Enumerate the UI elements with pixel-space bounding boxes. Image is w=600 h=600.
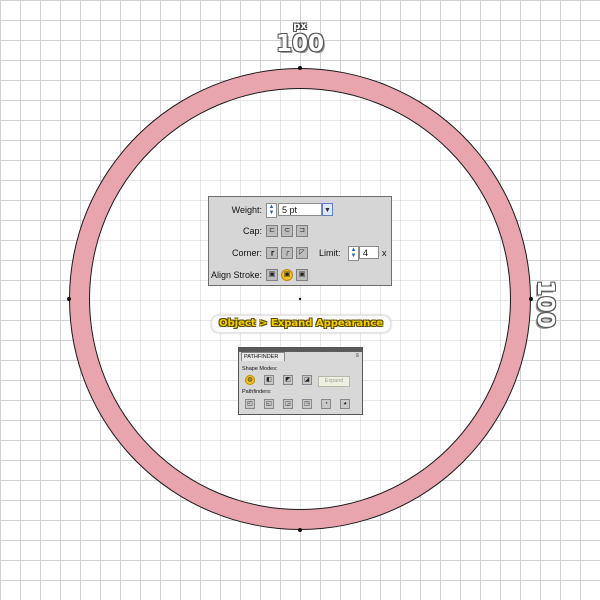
divide-icon[interactable]: ◰ bbox=[245, 399, 255, 409]
weight-spinner[interactable]: ▲ ▼ bbox=[266, 203, 277, 218]
align-outside-icon[interactable]: ▣ bbox=[296, 269, 308, 281]
expand-button[interactable]: Expand bbox=[318, 376, 350, 387]
intersect-icon[interactable]: ◩ bbox=[283, 375, 293, 385]
top-dimension-label: px 100 bbox=[270, 22, 330, 57]
weight-input[interactable]: 5 pt bbox=[278, 203, 322, 216]
weight-row: Weight: ▲ ▼ 5 pt ▼ bbox=[209, 202, 391, 218]
align-stroke-label: Align Stroke: bbox=[210, 270, 262, 280]
limit-spinner[interactable]: ▲ ▼ bbox=[348, 246, 359, 261]
anchor-point-left[interactable] bbox=[67, 297, 71, 301]
round-cap-icon[interactable]: ⊂ bbox=[281, 225, 293, 237]
minus-back-icon[interactable]: ◕ bbox=[340, 399, 350, 409]
anchor-point-bottom[interactable] bbox=[298, 528, 302, 532]
crop-icon[interactable]: ◳ bbox=[302, 399, 312, 409]
minus-front-icon[interactable]: ◧ bbox=[264, 375, 274, 385]
limit-label: Limit: bbox=[319, 248, 341, 258]
right-dimension-label: 100 bbox=[532, 269, 558, 339]
menu-path-caption: Object > Expand Appearance bbox=[211, 315, 391, 333]
align-center-icon[interactable]: ▣ bbox=[266, 269, 278, 281]
anchor-point-center[interactable] bbox=[298, 297, 302, 301]
corner-row: Corner: ┏ ╭ ◸ Limit: ▲ ▼ 4 x bbox=[209, 245, 391, 261]
align-inside-icon[interactable]: ▣ bbox=[281, 269, 293, 281]
shape-modes-label: Shape Modes: bbox=[242, 366, 278, 372]
round-join-icon[interactable]: ╭ bbox=[281, 247, 293, 259]
merge-icon[interactable]: ◲ bbox=[283, 399, 293, 409]
butt-cap-icon[interactable]: ⊏ bbox=[266, 225, 278, 237]
right-dimension-value: 100 bbox=[532, 279, 558, 328]
pathfinder-panel: PATHFINDER ≡ Shape Modes: ◍ ◧ ◩ ◪ Expand… bbox=[238, 347, 363, 415]
weight-label: Weight: bbox=[231, 205, 262, 215]
circle-ring-canvas bbox=[67, 66, 533, 532]
outline-icon[interactable]: ◔ bbox=[321, 399, 331, 409]
miter-join-icon[interactable]: ┏ bbox=[266, 247, 278, 259]
stroke-panel: Weight: ▲ ▼ 5 pt ▼ Cap: ⊏ ⊂ ⊐ Corner: ┏ ╭… bbox=[208, 196, 392, 286]
pathfinder-tab[interactable]: PATHFINDER bbox=[241, 352, 285, 361]
corner-label: Corner: bbox=[231, 248, 262, 258]
projecting-cap-icon[interactable]: ⊐ bbox=[296, 225, 308, 237]
unite-icon[interactable]: ◍ bbox=[245, 375, 255, 385]
limit-input[interactable]: 4 bbox=[359, 246, 379, 259]
panel-menu-icon[interactable]: ≡ bbox=[355, 353, 359, 359]
weight-dropdown-chevron-icon[interactable]: ▼ bbox=[322, 203, 333, 216]
pathfinders-label: Pathfinders: bbox=[242, 389, 272, 395]
bevel-join-icon[interactable]: ◸ bbox=[296, 247, 308, 259]
cap-label: Cap: bbox=[242, 226, 262, 236]
trim-icon[interactable]: ◱ bbox=[264, 399, 274, 409]
limit-suffix: x bbox=[382, 248, 387, 258]
anchor-point-top[interactable] bbox=[298, 66, 302, 70]
exclude-icon[interactable]: ◪ bbox=[302, 375, 312, 385]
align-stroke-row: Align Stroke: ▣ ▣ ▣ bbox=[209, 267, 391, 283]
top-dimension-value: 100 bbox=[275, 31, 324, 57]
cap-row: Cap: ⊏ ⊂ ⊐ bbox=[209, 223, 391, 239]
